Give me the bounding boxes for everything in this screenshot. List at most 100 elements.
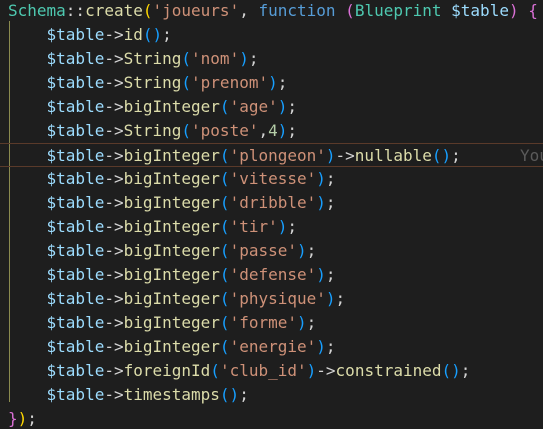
code-line[interactable]: $table->bigInteger('forme'); [0,311,543,335]
code-token: , [258,121,269,140]
code-token: ( [219,146,230,165]
code-token: ; [287,121,298,140]
code-token: ( [219,169,230,188]
code-token: 'forme' [229,313,297,332]
code-token: ( [219,289,230,308]
code-line[interactable]: $table->String('poste',4); [0,119,543,143]
code-line[interactable]: $table->bigInteger('passe'); [0,239,543,263]
code-token: ( [219,313,230,332]
code-line[interactable]: $table->bigInteger('physique'); [0,287,543,311]
code-token: () [142,25,163,44]
code-token: $table [46,217,105,236]
code-line-text: $table->foreignId('club_id')->constraine… [8,359,471,383]
code-token: timestamps [123,385,220,404]
code-token: $table [46,49,105,68]
code-line-text: $table->bigInteger('forme'); [8,311,317,335]
code-line[interactable]: $table->bigInteger('energie'); [0,335,543,359]
code-token: ; [248,49,259,68]
code-token: $table [46,146,105,165]
code-token: ; [306,313,317,332]
code-token: ( [210,361,220,380]
code-token: -> [104,97,124,116]
code-token: , [239,1,259,20]
code-line-text: $table->bigInteger('passe'); [8,239,317,263]
code-line[interactable]: $table->bigInteger('age'); [0,95,543,119]
code-token: 'energie' [229,337,317,356]
code-line[interactable]: $table->bigInteger('plongeon')->nullable… [0,143,543,167]
code-token: ; [325,193,336,212]
code-token: ) [316,193,326,212]
code-token: ) [268,73,278,92]
code-line[interactable]: $table->id(); [0,23,543,47]
code-token: foreignId [123,361,211,380]
code-token: ( [219,337,230,356]
code-token: -> [104,385,124,404]
code-token: $table [46,337,105,356]
code-line[interactable]: $table->timestamps(); [0,383,543,407]
code-token: () [219,385,240,404]
code-token: ; [335,289,346,308]
code-token: ) [277,121,288,140]
code-token: $table [46,121,105,140]
code-token: ) [508,1,519,20]
code-token: ( [142,1,153,20]
code-token: ( [219,241,230,260]
code-line[interactable]: }); [0,407,543,429]
code-line[interactable]: Schema::create('joueurs', function (Blue… [0,0,543,23]
code-token: Blueprint [354,1,442,20]
code-token: ; [239,385,249,404]
code-token: $table [46,385,105,404]
code-token: -> [316,361,336,380]
code-token: $table [46,25,105,44]
code-token: ( [181,121,192,140]
code-line[interactable]: $table->bigInteger('vitesse'); [0,167,543,191]
code-line[interactable]: $table->String('prenom'); [0,71,543,95]
code-token: ; [451,146,461,165]
code-token: 'passe' [229,241,297,260]
code-editor[interactable]: Schema::create('joueurs', function (Blue… [0,0,543,429]
code-token: -> [104,361,124,380]
code-token: ; [325,265,336,284]
code-token: bigInteger [123,265,220,284]
code-token: -> [104,313,124,332]
code-token: ) [239,49,249,68]
code-line[interactable]: $table->foreignId('club_id')->constraine… [0,359,543,383]
code-token: $table [46,313,105,332]
code-token: ; [325,337,336,356]
code-token: bigInteger [123,193,220,212]
code-token: ) [316,337,326,356]
code-token: create [85,1,143,20]
code-token: 'tir' [229,217,278,236]
code-token: $table [46,169,105,188]
code-line[interactable]: $table->bigInteger('tir'); [0,215,543,239]
code-token: ) [277,97,288,116]
code-token: -> [104,169,124,188]
code-line[interactable]: $table->String('nom'); [0,47,543,71]
code-token: ; [287,97,298,116]
code-token: ( [219,265,230,284]
code-line[interactable]: $table->bigInteger('dribble'); [0,191,543,215]
code-token: 'club_id' [219,361,307,380]
code-token: constrained [335,361,442,380]
code-line-text: $table->String('poste',4); [8,119,298,143]
code-token: $table [46,193,105,212]
code-token: ( [219,217,230,236]
code-token: ( [345,1,355,20]
code-token: $table [46,289,105,308]
code-token: bigInteger [123,313,220,332]
code-token: bigInteger [123,337,220,356]
code-line-text: $table->String('nom'); [8,47,259,71]
code-line[interactable]: $table->bigInteger('defense'); [0,263,543,287]
code-line-text: $table->bigInteger('dribble'); [8,191,336,215]
code-token: String [123,49,182,68]
code-token: Schema [8,1,66,20]
code-token: -> [104,265,124,284]
code-line-text: $table->bigInteger('vitesse'); [8,167,336,191]
